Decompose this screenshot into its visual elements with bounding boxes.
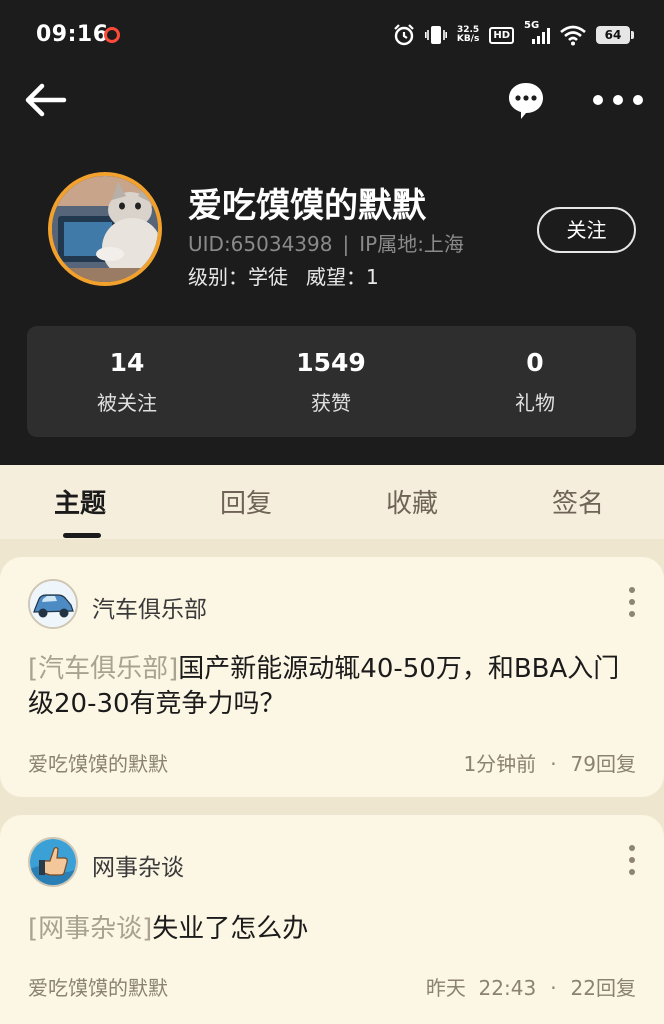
- stat-label: 被关注: [97, 391, 157, 415]
- post-card[interactable]: 汽车俱乐部 [汽车俱乐部]国产新能源动辄40-50万，和BBA入门级20-30有…: [0, 557, 664, 797]
- net-speed: 32.5 KB/s: [457, 26, 479, 44]
- status-icons: 32.5 KB/s HD 5G 64: [393, 20, 634, 48]
- post-tag: [汽车俱乐部]: [28, 654, 179, 684]
- more-options-icon[interactable]: [590, 88, 646, 112]
- back-arrow-icon[interactable]: [24, 80, 68, 120]
- car-icon: [30, 581, 76, 627]
- message-bubble-icon[interactable]: [506, 80, 546, 120]
- tab-bar: 主题 回复 收藏 签名: [0, 465, 664, 539]
- uid-line: UID:65034398 | IP属地:上海: [188, 228, 464, 257]
- alarm-icon: [394, 24, 414, 46]
- post-author[interactable]: 爱吃馍馍的默默: [28, 972, 168, 1001]
- post-card[interactable]: 网事杂谈 [网事杂谈]失业了怎么办 爱吃馍馍的默默 昨天 22:43 · 22回复: [0, 815, 664, 1024]
- level-line: 级别：学徒 威望：1: [188, 261, 379, 290]
- thumbs-up-icon: [30, 839, 76, 885]
- signal-group: 5G: [524, 20, 550, 46]
- stat-value: 0: [526, 348, 544, 377]
- post-replies: 79回复: [570, 752, 636, 776]
- follow-button[interactable]: 关注: [537, 207, 636, 253]
- post-tag: [网事杂谈]: [28, 914, 153, 944]
- uid-separator: |: [342, 232, 350, 256]
- post-title[interactable]: [网事杂谈]失业了怎么办: [28, 912, 638, 947]
- stat-gifts[interactable]: 0 礼物: [455, 348, 615, 416]
- post-time: 昨天 22:43: [425, 976, 537, 1000]
- forum-icon-thumbs-up[interactable]: [28, 837, 78, 887]
- status-bar: 09:16 32.5 KB/s HD 5G 64: [0, 0, 664, 70]
- forum-name[interactable]: 汽车俱乐部: [92, 590, 207, 624]
- uid-text: UID:65034398: [188, 232, 333, 256]
- avatar-cat-image: [52, 176, 158, 282]
- stat-followers[interactable]: 14 被关注: [47, 348, 207, 416]
- signal-icon: [532, 28, 550, 44]
- net-speed-unit: KB/s: [456, 34, 480, 44]
- post-meta: 昨天 22:43 · 22回复: [426, 972, 636, 1001]
- stat-likes[interactable]: 1549 获赞: [251, 348, 411, 416]
- tab-favorites[interactable]: 收藏: [386, 483, 438, 520]
- post-time: 1分钟前: [463, 752, 537, 776]
- post-replies: 22回复: [570, 976, 636, 1000]
- profile-header: 09:16 32.5 KB/s HD 5G 64 爱吃馍馍的默默 UID:650…: [0, 0, 664, 465]
- stat-value: 1549: [296, 348, 366, 377]
- post-more-icon[interactable]: [620, 845, 644, 885]
- post-title[interactable]: [汽车俱乐部]国产新能源动辄40-50万，和BBA入门级20-30有竞争力吗？: [28, 652, 638, 722]
- active-tab-indicator: [63, 533, 101, 538]
- avatar[interactable]: [48, 172, 162, 286]
- recording-indicator-icon: [104, 27, 120, 43]
- stat-label: 礼物: [515, 391, 555, 415]
- stats-card: 14 被关注 1549 获赞 0 礼物: [27, 326, 636, 437]
- meta-dot: ·: [550, 752, 557, 776]
- prestige-label: 威望：1: [306, 265, 379, 289]
- forum-icon-car[interactable]: [28, 579, 78, 629]
- level-label: 级别：学徒: [188, 265, 288, 289]
- wifi-icon: [560, 25, 586, 46]
- post-author[interactable]: 爱吃馍馍的默默: [28, 748, 168, 777]
- vibrate-icon: [424, 26, 447, 44]
- post-title-text: 失业了怎么办: [152, 914, 309, 944]
- username: 爱吃馍馍的默默: [188, 186, 426, 226]
- post-more-icon[interactable]: [620, 587, 644, 627]
- tab-signature[interactable]: 签名: [552, 483, 604, 520]
- meta-dot: ·: [550, 976, 557, 1000]
- stat-label: 获赞: [311, 391, 351, 415]
- hd-badge: HD: [489, 26, 514, 44]
- post-meta: 1分钟前 · 79回复: [463, 748, 636, 777]
- stat-value: 14: [109, 348, 145, 377]
- tab-replies[interactable]: 回复: [220, 483, 272, 520]
- ip-location: IP属地:上海: [359, 232, 464, 256]
- battery-icon: 64: [596, 26, 634, 44]
- tab-topics[interactable]: 主题: [54, 483, 106, 520]
- forum-name[interactable]: 网事杂谈: [92, 848, 184, 882]
- status-time: 09:16: [36, 22, 109, 47]
